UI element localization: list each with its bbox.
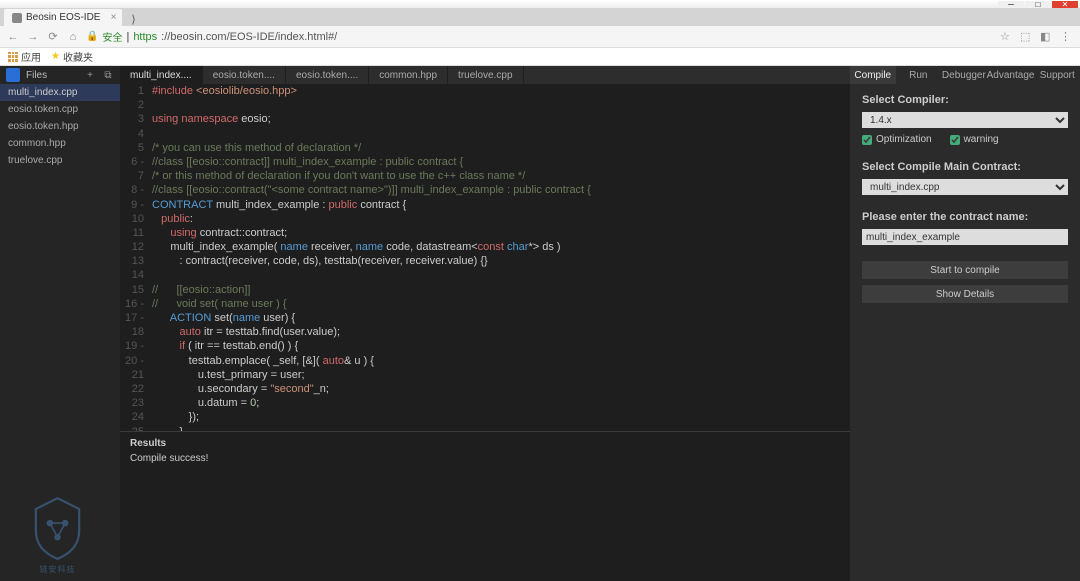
window-titlebar: ─ □ ✕ <box>0 0 1080 8</box>
ext2-icon[interactable]: ◧ <box>1040 30 1054 44</box>
apps-icon <box>8 52 18 62</box>
secure-label: 安全 <box>102 29 122 44</box>
address-bar: ← → ⟳ ⌂ 🔒 安全 | https://beosin.com/EOS-ID… <box>0 26 1080 48</box>
url-https: https <box>133 31 157 43</box>
rpanel-tab-support[interactable]: Support <box>1034 66 1080 84</box>
editor-tab[interactable]: multi_index.... <box>120 66 203 84</box>
editor-tabs: multi_index....eosio.token....eosio.toke… <box>120 66 850 84</box>
star-icon[interactable]: ☆ <box>1000 30 1014 44</box>
watermark: 链安科技 <box>30 496 85 575</box>
results-title: Results <box>130 438 840 449</box>
file-item[interactable]: truelove.cpp <box>0 152 120 169</box>
browser-tabstrip: Beosin EOS-IDE × ⟩ <box>0 8 1080 26</box>
editor-tab[interactable]: eosio.token.... <box>286 66 369 84</box>
ide-root: Files + ⧉ multi_index.cppeosio.token.cpp… <box>0 66 1080 581</box>
file-item[interactable]: common.hpp <box>0 135 120 152</box>
menu-icon[interactable]: ⋮ <box>1060 30 1074 44</box>
tab-close-icon[interactable]: × <box>111 12 117 23</box>
rpanel-tab-advantage[interactable]: Advantage <box>987 66 1035 84</box>
compiler-label: Select Compiler: <box>862 94 1068 106</box>
code-editor[interactable]: 123456 -78 -9 -10111213141516 -17 -1819 … <box>120 84 850 431</box>
editor-tab[interactable]: eosio.token.... <box>203 66 286 84</box>
warning-checkbox[interactable]: warning <box>950 134 999 145</box>
results-message: Compile success! <box>130 453 840 464</box>
contract-name-label: Please enter the contract name: <box>862 211 1068 223</box>
browser-tab[interactable]: Beosin EOS-IDE × <box>4 9 122 26</box>
rpanel-tab-debugger[interactable]: Debugger <box>941 66 987 84</box>
sidebar-header: Files + ⧉ <box>0 66 120 84</box>
results-panel: Results Compile success! <box>120 431 850 581</box>
forward-icon[interactable]: → <box>26 30 40 44</box>
home-icon[interactable]: ⌂ <box>66 30 80 44</box>
file-item[interactable]: multi_index.cpp <box>0 84 120 101</box>
code-source[interactable]: #include <eosiolib/eosio.hpp> using name… <box>152 84 850 431</box>
editor-tab[interactable]: common.hpp <box>369 66 448 84</box>
show-details-button[interactable]: Show Details <box>862 285 1068 303</box>
star-folder-icon: ★ <box>51 51 60 62</box>
contract-name-input[interactable] <box>862 229 1068 245</box>
compile-panel: CompileRunDebuggerAdvantageSupport Selec… <box>850 66 1080 581</box>
main-contract-select[interactable]: multi_index.cpp <box>862 179 1068 195</box>
bookmark-bar: 应用 ★ 收藏夹 <box>0 48 1080 66</box>
add-file-icon[interactable]: + <box>84 69 96 81</box>
url-rest: ://beosin.com/EOS-IDE/index.html#/ <box>161 31 337 43</box>
editor-area: multi_index....eosio.token....eosio.toke… <box>120 66 850 581</box>
rpanel-tab-compile[interactable]: Compile <box>850 66 896 84</box>
page-icon <box>12 13 22 23</box>
line-gutter: 123456 -78 -9 -10111213141516 -17 -1819 … <box>120 84 152 431</box>
logo-icon <box>6 68 20 82</box>
favorites-bookmark[interactable]: ★ 收藏夹 <box>51 49 93 64</box>
window-minimize-icon[interactable]: ─ <box>998 1 1024 8</box>
compiler-select[interactable]: 1.4.x <box>862 112 1068 128</box>
window-close-icon[interactable]: ✕ <box>1052 1 1078 8</box>
rpanel-tabs: CompileRunDebuggerAdvantageSupport <box>850 66 1080 84</box>
lock-icon: 🔒 <box>86 31 98 42</box>
copy-file-icon[interactable]: ⧉ <box>102 69 114 81</box>
new-tab-button[interactable]: ⟩ <box>126 12 140 26</box>
file-item[interactable]: eosio.token.hpp <box>0 118 120 135</box>
editor-tab[interactable]: truelove.cpp <box>448 66 523 84</box>
sidebar-title: Files <box>26 70 78 81</box>
back-icon[interactable]: ← <box>6 30 20 44</box>
optimization-checkbox[interactable]: Optimization <box>862 134 932 145</box>
reload-icon[interactable]: ⟳ <box>46 30 60 44</box>
main-contract-label: Select Compile Main Contract: <box>862 161 1068 173</box>
apps-bookmark[interactable]: 应用 <box>8 49 41 64</box>
ext1-icon[interactable]: ⬚ <box>1020 30 1034 44</box>
start-compile-button[interactable]: Start to compile <box>862 261 1068 279</box>
window-maximize-icon[interactable]: □ <box>1025 1 1051 8</box>
browser-tab-title: Beosin EOS-IDE <box>26 12 100 23</box>
file-item[interactable]: eosio.token.cpp <box>0 101 120 118</box>
url-box[interactable]: 🔒 安全 | https://beosin.com/EOS-IDE/index.… <box>86 29 994 44</box>
rpanel-tab-run[interactable]: Run <box>896 66 942 84</box>
